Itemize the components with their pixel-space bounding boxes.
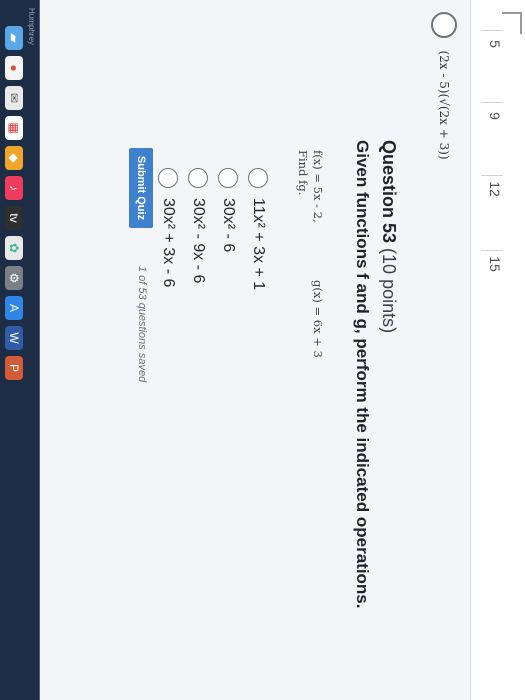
previous-answer-option[interactable]: (2x - 5)(√(2x + 3)) [429, 12, 457, 272]
question-instruction: Given functions f and g, perform the ind… [353, 140, 372, 609]
apple-tv-icon[interactable]: tv [5, 206, 23, 230]
find-instruction: Find fg. [296, 150, 310, 196]
app-store-icon[interactable]: A [5, 296, 23, 320]
question-navigation-rail: 5 9 12 15 [470, 0, 525, 700]
answer-radio-4[interactable] [158, 168, 178, 188]
powerpoint-icon[interactable]: P [5, 356, 23, 380]
answer-option-2[interactable]: 30x² - 6 [217, 168, 239, 428]
problem-statement: f(x) = 5x - 2, g(x) = 6x + 3 Find fg. [285, 150, 325, 400]
answer-label-1: 11x² + 3x + 1 [250, 198, 267, 291]
answer-option-1[interactable]: 11x² + 3x + 1 [247, 168, 269, 428]
photos-icon[interactable]: ✿ [5, 236, 23, 260]
calendar-icon[interactable]: ▦ [5, 116, 23, 140]
answer-option-4[interactable]: 30x² + 3x - 6 [157, 168, 179, 428]
question-number: Question 53 [379, 140, 399, 244]
saved-status: 1 of 53 questions saved [136, 266, 148, 383]
answer-radio-3[interactable] [188, 168, 208, 188]
question-nav-5[interactable]: 5 [481, 30, 503, 57]
question-title: Question 53 (10 points) [378, 140, 399, 333]
function-g: g(x) = 6x + 3 [311, 280, 325, 358]
question-nav-12[interactable]: 12 [481, 175, 503, 202]
music-icon[interactable]: ♪ [5, 176, 23, 200]
folder-icon[interactable]: ▰ [5, 26, 23, 50]
question-nav-15[interactable]: 15 [481, 250, 503, 277]
app-icon[interactable]: ◆ [5, 146, 23, 170]
quiz-actions: Submit Quiz 1 of 53 questions saved [123, 148, 153, 478]
previous-answer-text: (2x - 5)(√(2x + 3)) [437, 50, 451, 160]
photo-viewport: 5 9 12 15 (2x - 5)(√(2x + 3)) Question 5… [0, 0, 525, 700]
question-points: (10 points) [379, 248, 399, 334]
submit-quiz-button[interactable]: Submit Quiz [129, 148, 153, 228]
answer-label-3: 30x² - 9x - 6 [190, 198, 207, 284]
taskbar-brand: Humphrey [27, 8, 36, 45]
settings-icon[interactable]: ⚙ [5, 266, 23, 290]
word-icon[interactable]: W [5, 326, 23, 350]
previous-answer-radio[interactable] [431, 12, 457, 38]
function-f: f(x) = 5x - 2, [311, 150, 325, 223]
question-nav-9[interactable]: 9 [481, 102, 503, 129]
answer-label-2: 30x² - 6 [220, 198, 237, 253]
answer-label-4: 30x² + 3x - 6 [160, 198, 177, 288]
answer-radio-2[interactable] [218, 168, 238, 188]
mail-icon[interactable]: ✉ [5, 86, 23, 110]
chrome-icon[interactable]: ● [5, 56, 23, 80]
previous-marker [502, 12, 522, 34]
answer-options: 11x² + 3x + 1 30x² - 6 30x² - 9x - 6 30x… [149, 168, 269, 428]
dock-taskbar: Humphrey ▰ ● ✉ ▦ ◆ ♪ tv ✿ ⚙ A W P [0, 0, 40, 700]
answer-radio-1[interactable] [248, 168, 268, 188]
answer-option-3[interactable]: 30x² - 9x - 6 [187, 168, 209, 428]
quiz-screen: 5 9 12 15 (2x - 5)(√(2x + 3)) Question 5… [0, 0, 525, 700]
